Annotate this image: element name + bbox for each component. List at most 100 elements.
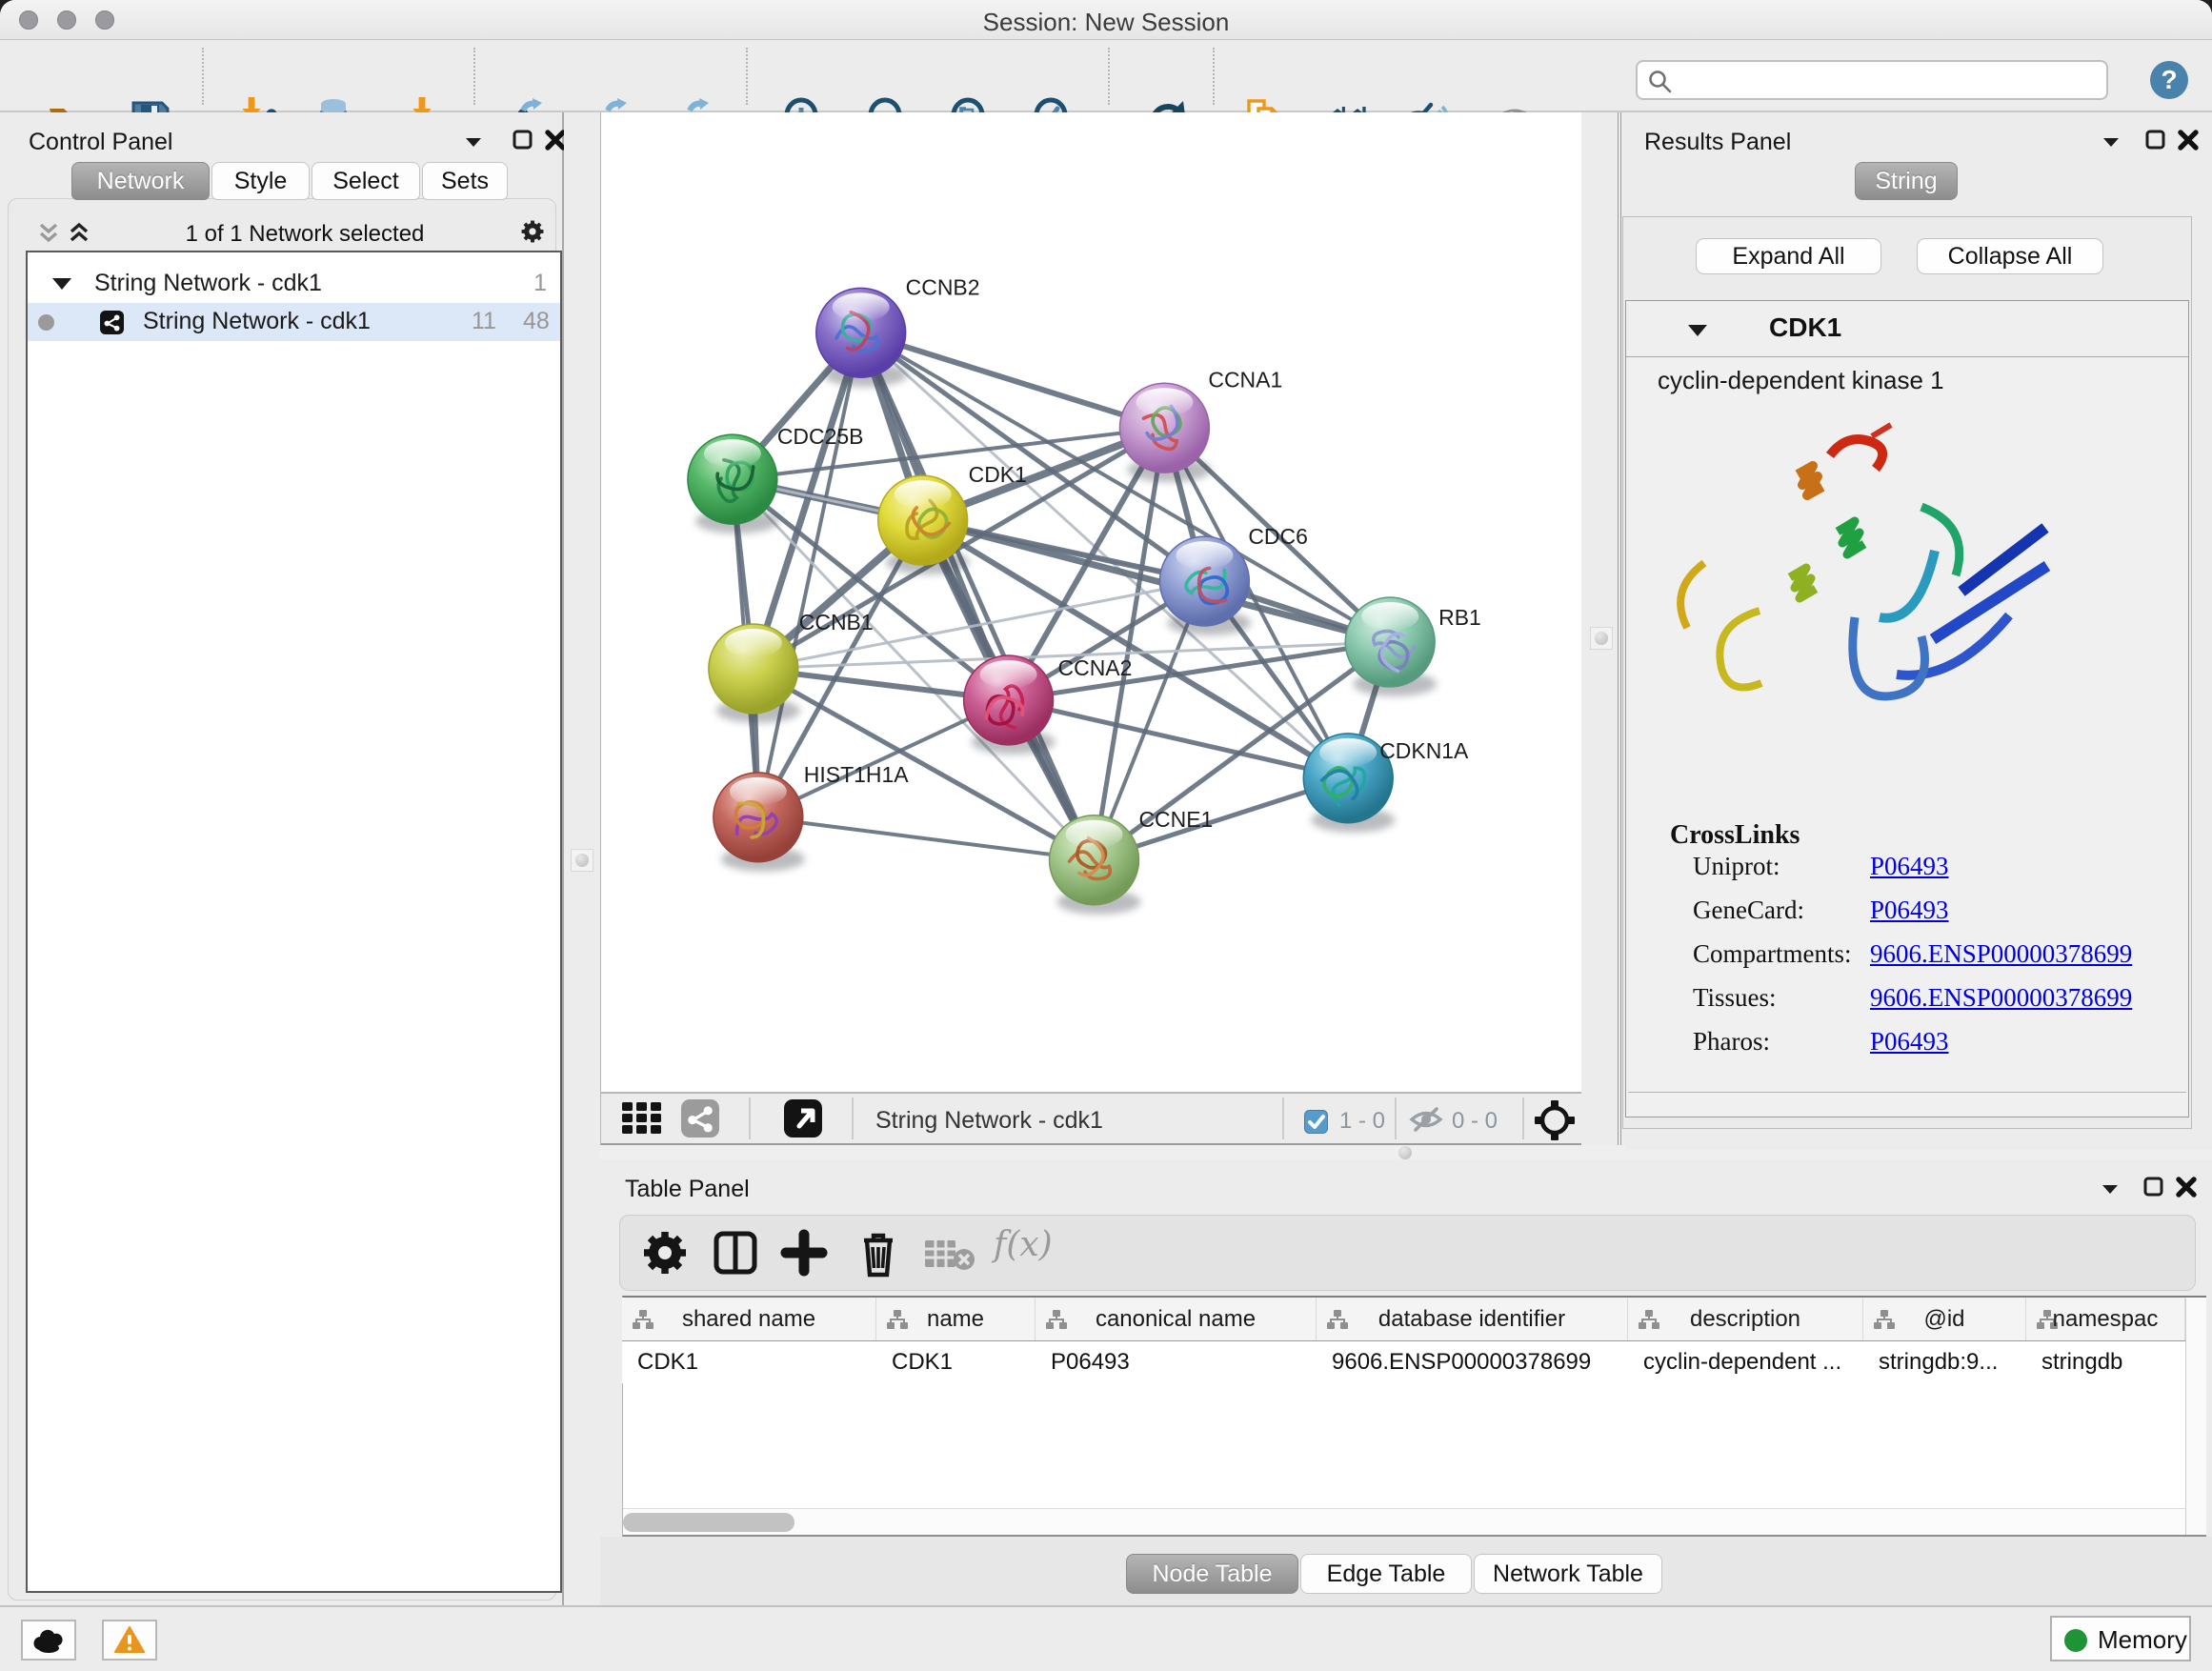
memory-button[interactable]: Memory xyxy=(2050,1616,2191,1661)
tree-row-label: String Network - cdk1 xyxy=(94,270,322,297)
results-panel-menu-icon[interactable] xyxy=(2099,130,2123,154)
network-edge[interactable] xyxy=(923,520,1391,642)
tab-network[interactable]: Network xyxy=(71,162,210,200)
tab-style[interactable]: Style xyxy=(211,162,310,200)
fit-selected-crosshair-icon[interactable] xyxy=(1534,1099,1576,1141)
column-header-description[interactable]: description xyxy=(1628,1298,1863,1340)
crosslink-row: Compartments: 9606.ENSP00000378699 xyxy=(1628,939,2162,977)
help-button[interactable]: ? xyxy=(2150,61,2188,99)
tree-row-parent[interactable]: String Network - cdk1 1 xyxy=(28,265,560,303)
selected-checkbox-icon[interactable] xyxy=(1304,1110,1328,1134)
crosslink-value-link[interactable]: P06493 xyxy=(1870,852,1949,881)
current-network-dot xyxy=(38,314,54,331)
table-row[interactable]: CDK1CDK1P064939606.ENSP00000378699cyclin… xyxy=(622,1341,2185,1383)
collapse-all-button[interactable]: Collapse All xyxy=(1917,238,2103,274)
tree-row-child[interactable]: String Network - cdk1 11 48 xyxy=(28,303,560,341)
table-panel-float-icon[interactable] xyxy=(2142,1175,2166,1199)
control-panel-menu-icon[interactable] xyxy=(461,130,486,154)
network-node[interactable]: CCNA2 xyxy=(964,655,1133,755)
network-node[interactable]: CDC25B xyxy=(688,424,864,534)
crosslink-label: Tissues: xyxy=(1693,983,1777,1013)
network-edge[interactable] xyxy=(861,332,1165,428)
expand-all-networks-icon[interactable] xyxy=(67,221,91,246)
tab-sets[interactable]: Sets xyxy=(422,162,508,200)
results-panel-float-icon[interactable] xyxy=(2143,128,2168,152)
left-splitter[interactable] xyxy=(564,112,600,1605)
create-column-icon[interactable] xyxy=(780,1229,828,1277)
crosslink-value-link[interactable]: P06493 xyxy=(1870,1027,1949,1057)
column-header--id[interactable]: @id xyxy=(1863,1298,2026,1340)
cloud-icon xyxy=(32,1627,65,1654)
crosslink-value-link[interactable]: 9606.ENSP00000378699 xyxy=(1870,983,2132,1013)
table-panel-menu-icon[interactable] xyxy=(2098,1177,2122,1201)
warning-button[interactable] xyxy=(102,1620,157,1661)
network-canvas[interactable]: CCNB2 CCNA1 CDC25B CDK1 CDC6 RB1 CCNB1 xyxy=(600,112,1581,1092)
column-header-namespac[interactable]: namespac xyxy=(2026,1298,2185,1340)
node-label: CCNA2 xyxy=(1058,655,1133,680)
memory-status-dot xyxy=(2064,1629,2087,1652)
function-builder-icon[interactable]: f(x) xyxy=(994,1225,1053,1264)
table-vertical-scrollbar[interactable] xyxy=(2185,1299,2206,1535)
protein-structure-image xyxy=(1647,415,2066,749)
node-label: CDKN1A xyxy=(1379,738,1469,763)
node-label: RB1 xyxy=(1438,605,1481,630)
node-label: HIST1H1A xyxy=(804,762,909,787)
network-share-icon[interactable] xyxy=(681,1099,719,1137)
node-label: CCNE1 xyxy=(1138,807,1213,832)
gene-section-body: cyclin-dependent kinase 1 CrossLinks Uni… xyxy=(1628,358,2186,1093)
collapse-all-networks-icon[interactable] xyxy=(36,221,61,246)
delete-table-icon[interactable] xyxy=(923,1237,976,1271)
search-icon xyxy=(1647,69,1674,95)
node-label: CCNB1 xyxy=(799,610,874,634)
crosslinks-title: CrossLinks xyxy=(1670,820,1800,851)
table-panel-close-icon[interactable] xyxy=(2174,1175,2199,1199)
gene-collapse-icon[interactable] xyxy=(1685,318,1710,343)
table-cell: P06493 xyxy=(1051,1341,1315,1383)
network-node[interactable]: CDKN1A xyxy=(1303,734,1469,833)
table-horizontal-scrollbar[interactable] xyxy=(623,1508,2185,1535)
crosslink-value-link[interactable]: P06493 xyxy=(1870,896,1949,925)
network-node[interactable]: CCNB2 xyxy=(816,274,980,387)
crosslink-row: Tissues: 9606.ENSP00000378699 xyxy=(1628,983,2162,1021)
column-header-canonical-name[interactable]: canonical name xyxy=(1036,1298,1317,1340)
crosslink-row: Uniprot: P06493 xyxy=(1628,852,2162,890)
network-node[interactable]: HIST1H1A xyxy=(714,762,909,872)
show-columns-icon[interactable] xyxy=(712,1229,759,1277)
results-panel-close-icon[interactable] xyxy=(2176,128,2201,152)
table-cell: CDK1 xyxy=(637,1341,875,1383)
column-header-database-identifier[interactable]: database identifier xyxy=(1317,1298,1628,1340)
expand-all-button[interactable]: Expand All xyxy=(1696,238,1881,274)
tab-node-table[interactable]: Node Table xyxy=(1126,1554,1298,1594)
toolbar-separator xyxy=(473,48,475,105)
open-in-window-icon[interactable] xyxy=(784,1099,822,1137)
network-node[interactable]: CCNE1 xyxy=(1050,807,1214,915)
birdseye-view-icon[interactable] xyxy=(620,1101,662,1136)
column-header-name[interactable]: name xyxy=(876,1298,1036,1340)
selected-count: 1 - 0 xyxy=(1339,1108,1385,1135)
delete-columns-icon[interactable] xyxy=(855,1227,902,1278)
network-options-gear-icon[interactable] xyxy=(520,219,545,244)
network-edge[interactable] xyxy=(758,332,861,817)
cloud-button[interactable] xyxy=(21,1620,76,1661)
tab-network-table[interactable]: Network Table xyxy=(1474,1554,1662,1594)
table-settings-gear-icon[interactable] xyxy=(641,1229,689,1277)
crosslink-value-link[interactable]: 9606.ENSP00000378699 xyxy=(1870,939,2132,969)
table-cell: 9606.ENSP00000378699 xyxy=(1332,1341,1626,1383)
node-label: CCNB2 xyxy=(906,274,980,299)
search-input[interactable] xyxy=(1636,60,2108,100)
network-edge[interactable] xyxy=(758,817,1095,860)
right-splitter[interactable] xyxy=(1581,112,1621,1145)
network-node[interactable]: CCNA1 xyxy=(1119,367,1282,482)
window-title: Session: New Session xyxy=(0,8,2212,37)
network-node[interactable]: CCNB1 xyxy=(709,610,874,723)
tab-select[interactable]: Select xyxy=(312,162,420,200)
tab-string[interactable]: String xyxy=(1855,162,1958,200)
tree-expander-icon[interactable] xyxy=(50,272,74,303)
tab-edge-table[interactable]: Edge Table xyxy=(1300,1554,1472,1594)
gene-section-header[interactable]: CDK1 xyxy=(1626,301,2188,357)
table-toolbar: f(x) xyxy=(619,1215,2196,1291)
column-header-shared-name[interactable]: shared name xyxy=(622,1298,876,1340)
network-node[interactable]: CDK1 xyxy=(878,462,1027,574)
control-panel-float-icon[interactable] xyxy=(511,128,535,152)
network-node[interactable]: RB1 xyxy=(1345,597,1481,696)
